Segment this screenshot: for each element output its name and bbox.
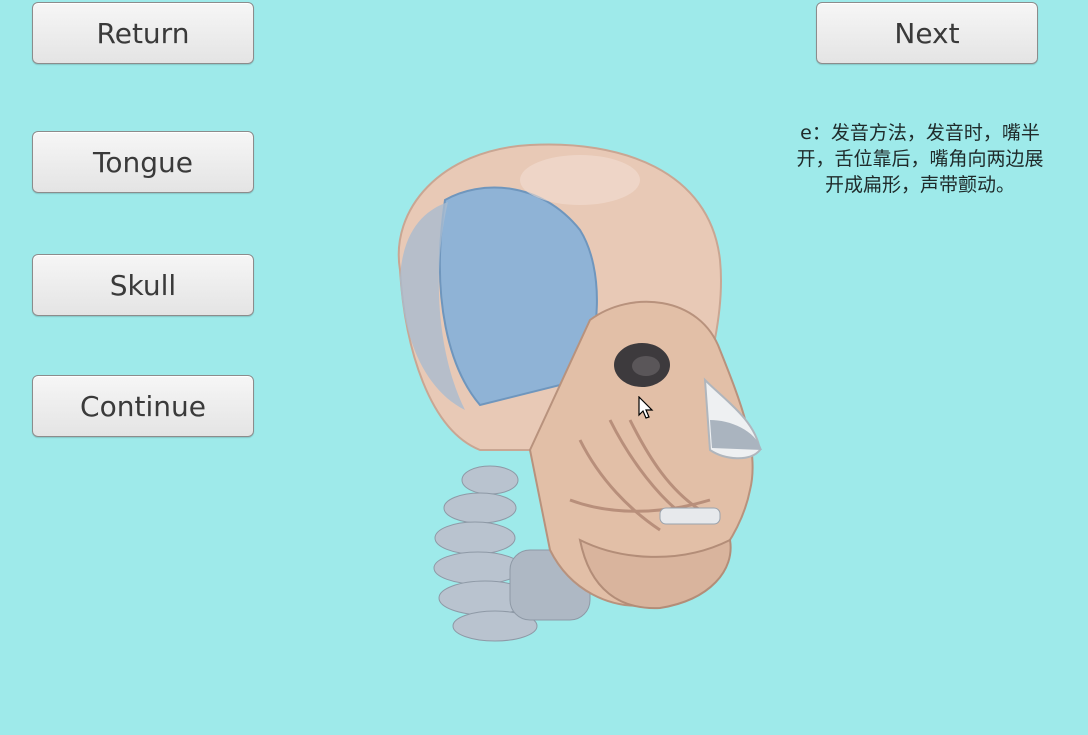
return-button[interactable]: Return [32,2,254,64]
tongue-button[interactable]: Tongue [32,131,254,193]
head-model-illustration [397,143,762,642]
mouse-cursor-icon [638,395,654,424]
3d-head-model-viewport[interactable] [330,120,810,680]
next-button[interactable]: Next [816,2,1038,64]
continue-button[interactable]: Continue [32,375,254,437]
skull-button[interactable]: Skull [32,254,254,316]
pronunciation-description: e：发音方法，发音时，嘴半 开，舌位靠后，嘴角向两边展 开成扁形，声带颤动。 [796,122,1044,196]
